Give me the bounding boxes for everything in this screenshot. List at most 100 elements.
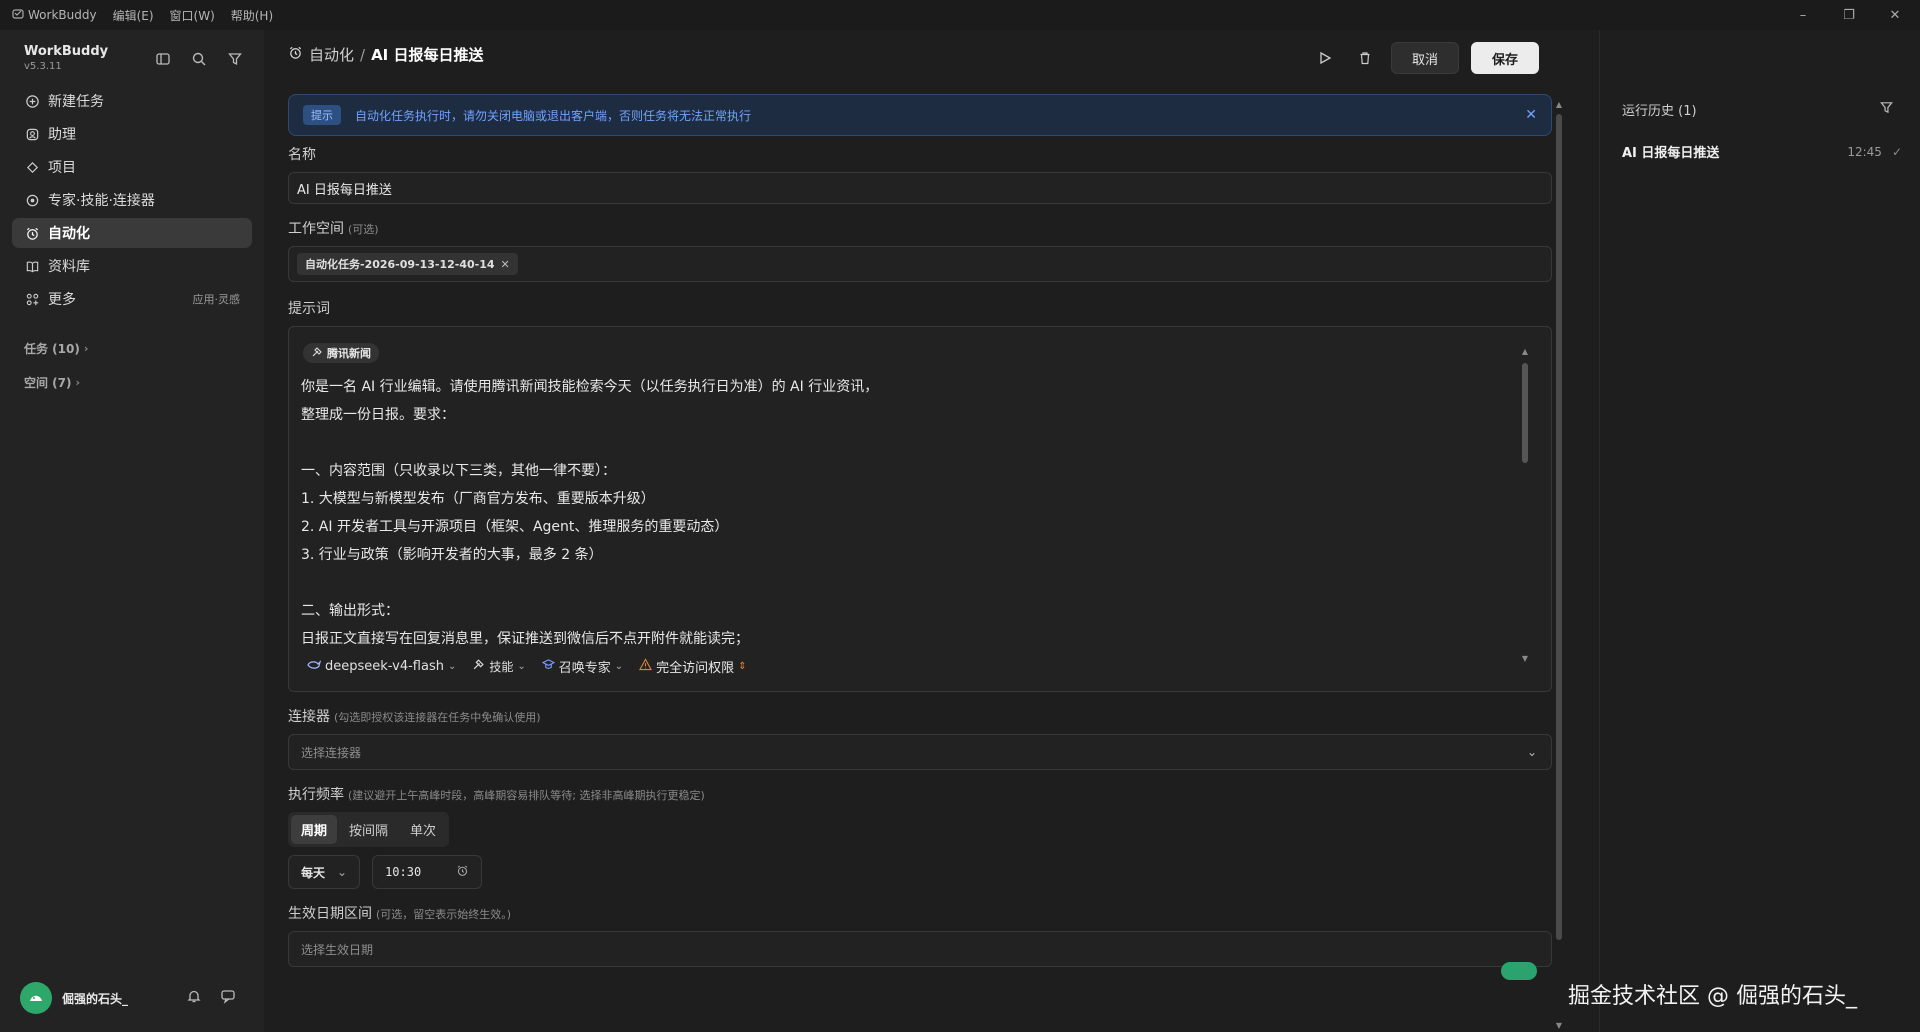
group-tasks[interactable]: 任务 (10) › (24, 340, 88, 357)
menu-help[interactable]: 帮助(H) (231, 7, 273, 24)
prompt-line: 你是一名 AI 行业编辑。请使用腾讯新闻技能检索今天（以任务执行日为准）的 AI… (301, 379, 879, 395)
user-profile[interactable]: 倔强的石头_ (20, 982, 128, 1014)
search-icon[interactable] (190, 50, 208, 68)
notice-banner: 提示 自动化任务执行时，请勿关闭电脑或退出客户端，否则任务将无法正常执行 ✕ (288, 94, 1552, 136)
minimize-icon[interactable]: – (1780, 0, 1826, 30)
app-name: WorkBuddy (28, 8, 97, 22)
remove-chip-icon[interactable]: ✕ (501, 258, 510, 271)
sidebar-item-automation[interactable]: 自动化 (12, 218, 252, 248)
filter-icon[interactable] (1879, 100, 1894, 119)
project-icon (24, 159, 40, 175)
header-actions: 取消 保存 (1311, 42, 1539, 74)
prompt-editor[interactable]: 腾讯新闻 你是一名 AI 行业编辑。请使用腾讯新闻技能检索今天（以任务执行日为准… (288, 326, 1552, 692)
skill-icon (311, 346, 323, 361)
alarm-icon (288, 45, 303, 64)
menu-edit[interactable]: 编辑(E) (113, 7, 154, 24)
group-spaces[interactable]: 空间 (7) › (24, 374, 80, 391)
chevron-down-icon: ⌄ (1526, 745, 1537, 759)
check-icon: ✓ (1891, 144, 1902, 159)
workspace-chip: 自动化任务-2026-09-13-12-40-14 ✕ (297, 253, 518, 275)
toggle-sidebar-icon[interactable] (154, 50, 172, 68)
notice-text: 自动化任务执行时，请勿关闭电脑或退出客户端，否则任务将无法正常执行 (355, 108, 752, 123)
prompt-text[interactable]: 你是一名 AI 行业编辑。请使用腾讯新闻技能检索今天（以任务执行日为准）的 AI… (301, 373, 878, 653)
prompt-label: 提示词 (288, 301, 330, 317)
restore-icon[interactable]: ❐ (1826, 0, 1872, 30)
skills-button[interactable]: 技能 ⌄ (472, 658, 526, 675)
menu-window[interactable]: 窗口(W) (170, 7, 215, 24)
grid-icon (24, 291, 40, 307)
sidebar-item-label: 资料库 (48, 259, 90, 275)
run-history-panel: 运行历史 (1) AI 日报每日推送 12:45 ✓ (1599, 30, 1920, 1032)
date-placeholder: 选择生效日期 (301, 942, 374, 957)
close-icon[interactable]: ✕ (1525, 107, 1537, 123)
prompt-line: 一、内容范围（只收录以下三类，其他一律不要）： (301, 463, 616, 479)
chat-icon[interactable] (220, 988, 236, 1008)
model-label: deepseek-v4-flash (325, 659, 444, 674)
chevron-right-icon: › (75, 376, 81, 389)
connector-placeholder: 选择连接器 (301, 745, 362, 760)
run-icon[interactable] (1311, 44, 1339, 72)
connector-select[interactable]: 选择连接器 ⌄ (288, 734, 1552, 770)
workspace-label-text: 工作空间 (288, 221, 344, 237)
date-range-label: 生效日期区间 (可选，留空表示始终生效。) (288, 903, 1552, 923)
date-range-input[interactable]: 选择生效日期 (288, 931, 1552, 980)
time-picker[interactable]: 10:30 (372, 855, 483, 889)
sidebar-item-new-task[interactable]: 新建任务 (12, 86, 252, 116)
prompt-line: 2. AI 开发者工具与开源项目（框架、Agent、推理服务的重要动态） (301, 519, 729, 535)
more-extra-label: 应用·灵感 (192, 293, 241, 306)
graduation-cap-icon (541, 658, 556, 675)
workspace-optional: (可选) (348, 223, 379, 236)
scroll-thumb[interactable] (1522, 363, 1528, 463)
toggle-switch[interactable] (1501, 962, 1537, 980)
tab-once[interactable]: 单次 (400, 815, 446, 844)
plus-circle-icon (24, 93, 40, 109)
expert-button[interactable]: 召唤专家 ⌄ (541, 657, 623, 676)
sidebar-item-library[interactable]: 资料库 (12, 251, 252, 281)
sidebar-item-label: 自动化 (48, 226, 90, 242)
watermark: 掘金技术社区 @ 倔强的石头_ (1568, 984, 1857, 1009)
main-scrollbar[interactable]: ▲ ▼ (1554, 100, 1564, 1030)
history-title: 运行历史 (1) (1622, 104, 1697, 119)
scroll-down-icon[interactable]: ▼ (1554, 1021, 1564, 1030)
scroll-up-icon[interactable]: ▲ (1521, 347, 1529, 356)
filter-icon[interactable] (226, 50, 244, 68)
model-select[interactable]: deepseek-v4-flash ⌄ (307, 659, 456, 675)
cancel-button[interactable]: 取消 (1391, 42, 1459, 74)
sidebar-item-label: 项目 (48, 160, 76, 176)
breadcrumb-parent[interactable]: 自动化 (309, 44, 354, 65)
permission-button[interactable]: 完全访问权限 ⇕ (639, 657, 747, 676)
chevron-updown-icon: ⇕ (738, 661, 747, 672)
prompt-line: 整理成一份日报。要求： (301, 407, 455, 423)
bell-icon[interactable] (186, 988, 202, 1008)
tab-period[interactable]: 周期 (291, 815, 338, 844)
sidebar-item-more[interactable]: 更多 应用·灵感 (12, 284, 252, 314)
chevron-right-icon: › (83, 342, 89, 355)
brand-name: WorkBuddy (24, 44, 109, 59)
prompt-line: 3. 行业与政策（影响开发者的大事，最多 2 条） (301, 547, 603, 563)
expert-label: 召唤专家 (558, 661, 611, 676)
workspace-field[interactable]: 自动化任务-2026-09-13-12-40-14 ✕ (288, 246, 1552, 282)
app-title: WorkBuddy (0, 8, 97, 23)
title-bar: WorkBuddy 编辑(E) 窗口(W) 帮助(H) – ❐ ✕ (0, 0, 1920, 30)
name-input[interactable]: AI 日报每日推送 (288, 172, 1552, 204)
breadcrumb: 自动化 / AI 日报每日推送 (288, 44, 484, 65)
tab-interval[interactable]: 按间隔 (339, 815, 398, 844)
prompt-scrollbar[interactable]: ▲ ▼ (1521, 347, 1529, 663)
scroll-up-icon[interactable]: ▲ (1554, 100, 1564, 109)
scroll-thumb[interactable] (1556, 114, 1562, 940)
page-title: AI 日报每日推送 (371, 46, 484, 64)
chevron-down-icon: ⌄ (447, 661, 457, 672)
sidebar-item-experts[interactable]: 专家·技能·连接器 (12, 185, 252, 215)
period-value: 每天 (301, 865, 326, 880)
save-button[interactable]: 保存 (1471, 42, 1539, 74)
skill-chip[interactable]: 腾讯新闻 (303, 343, 379, 363)
scroll-down-icon[interactable]: ▼ (1521, 654, 1529, 663)
prompt-line: 日报正文直接写在回复消息里，保证推送到微信后不点开附件就能读完； (301, 631, 749, 647)
sidebar-item-project[interactable]: 项目 (12, 152, 252, 182)
prompt-line: 二、输出形式： (301, 603, 399, 619)
period-select[interactable]: 每天 ⌄ (288, 855, 361, 889)
history-item[interactable]: AI 日报每日推送 12:45 ✓ (1622, 142, 1902, 162)
sidebar-item-assistant[interactable]: 助理 (12, 119, 252, 149)
trash-icon[interactable] (1351, 44, 1379, 72)
close-window-icon[interactable]: ✕ (1872, 0, 1918, 30)
